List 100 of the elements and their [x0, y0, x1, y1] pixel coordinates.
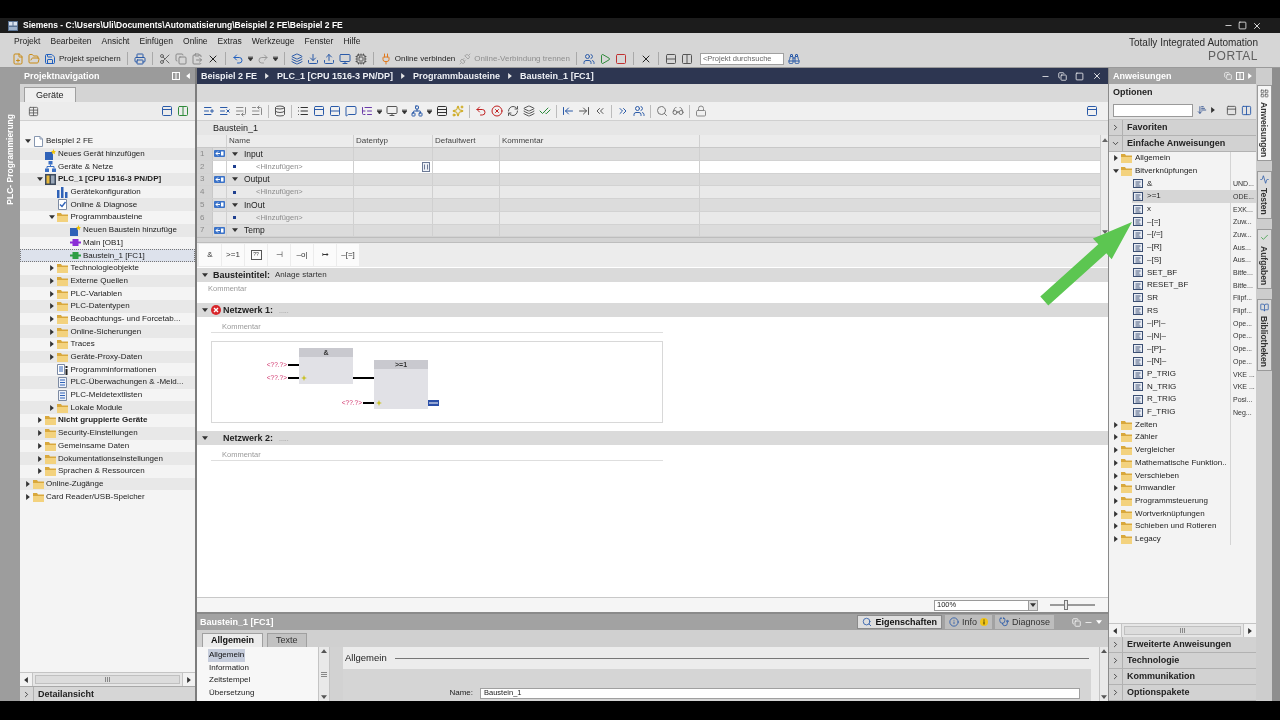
side-tab[interactable]: Bibliotheken: [1256, 299, 1272, 372]
nav-item[interactable]: Zeitstempel: [208, 674, 252, 687]
maximize-icon[interactable]: [1075, 71, 1084, 81]
rows-icon[interactable]: [664, 52, 677, 65]
chevron-right-icon[interactable]: [22, 689, 31, 699]
lock-icon[interactable]: [695, 105, 707, 117]
tree-item[interactable]: PLC-Überwachungen & -Meld...: [20, 376, 195, 389]
menu-item[interactable]: Ansicht: [97, 34, 134, 49]
triangle-down-icon[interactable]: [1112, 169, 1119, 174]
database-icon[interactable]: [274, 105, 286, 117]
save-icon[interactable]: [44, 52, 56, 65]
section-header[interactable]: Technologie: [1109, 653, 1256, 669]
layers-icon[interactable]: [290, 52, 303, 65]
stop-icon[interactable]: [614, 52, 627, 65]
menu-item[interactable]: Bearbeiten: [46, 34, 96, 49]
panel-icon[interactable]: [1086, 105, 1098, 117]
breadcrumb-item[interactable]: Programmbausteine: [413, 71, 501, 81]
triangle-right-icon[interactable]: [1211, 107, 1215, 113]
nav-item[interactable]: Übersetzung: [208, 686, 256, 699]
scroll-right-button[interactable]: [1243, 624, 1256, 637]
binoculars-icon[interactable]: [787, 52, 800, 65]
table-row[interactable]: 5 InOut: [197, 199, 1100, 212]
side-tab[interactable]: Aufgaben: [1256, 229, 1272, 290]
triangle-right-icon[interactable]: [1113, 434, 1118, 441]
nav-item[interactable]: Information: [208, 661, 251, 674]
menu-item[interactable]: Projekt: [10, 34, 45, 49]
triangle-right-icon[interactable]: [1113, 459, 1118, 466]
refresh-icon[interactable]: [507, 105, 519, 117]
triangle-down-icon[interactable]: [1030, 603, 1036, 607]
list-button-icon[interactable]: [422, 161, 430, 172]
column-header[interactable]: Defaultwert: [433, 135, 500, 147]
triangle-right-icon[interactable]: [50, 290, 54, 297]
print-icon[interactable]: [133, 52, 146, 65]
column-header[interactable]: Name: [227, 135, 354, 147]
undo-icon[interactable]: [475, 105, 487, 117]
instruction-button[interactable]: >=1: [222, 244, 244, 267]
panel-icon[interactable]: [161, 105, 173, 117]
table-icon[interactable]: [28, 105, 39, 117]
menu-item[interactable]: Einfügen: [135, 34, 178, 49]
triangle-up-icon[interactable]: [1101, 649, 1107, 653]
tab[interactable]: Eigenschaften: [857, 615, 942, 629]
list-plus-icon[interactable]: [203, 105, 215, 117]
download-icon[interactable]: [306, 52, 319, 65]
users-icon[interactable]: [582, 52, 595, 65]
comment-icon[interactable]: [345, 105, 357, 117]
triangle-right-icon[interactable]: [1113, 535, 1118, 542]
zoom-slider-thumb[interactable]: [1063, 600, 1068, 610]
triangle-right-icon[interactable]: [37, 430, 42, 437]
triangle-right-icon[interactable]: [37, 468, 42, 475]
triangle-right-icon[interactable]: [1113, 155, 1118, 162]
triangle-right-icon[interactable]: [50, 265, 54, 272]
triangle-down-icon[interactable]: [231, 151, 238, 156]
search-field[interactable]: [1113, 103, 1193, 117]
triangle-down-icon[interactable]: [231, 202, 238, 207]
list-end-icon[interactable]: [235, 105, 247, 117]
monitor-icon[interactable]: [338, 52, 351, 65]
tree-item[interactable]: Online & Diagnose: [20, 198, 195, 212]
tree-item[interactable]: Online-Sicherungen: [20, 325, 195, 338]
layers-icon[interactable]: [523, 105, 535, 117]
glasses-icon[interactable]: [672, 105, 684, 117]
restore-icon[interactable]: [1058, 71, 1067, 81]
arrow-left-icon[interactable]: [562, 105, 574, 117]
triangle-right-icon[interactable]: [1113, 510, 1118, 517]
triangle-right-icon[interactable]: [37, 417, 42, 424]
triangle-down-icon[interactable]: [36, 177, 43, 182]
section-header[interactable]: Favoriten: [1109, 120, 1256, 136]
rows-icon[interactable]: [436, 105, 448, 117]
pulse-icon[interactable]: [1259, 175, 1269, 185]
menu-item[interactable]: Fenster: [300, 34, 338, 49]
triangle-right-icon[interactable]: [1113, 421, 1118, 428]
triangle-left-icon[interactable]: [1113, 627, 1117, 634]
table-row[interactable]: 1 Input: [197, 148, 1100, 161]
section-header[interactable]: Einfache Anweisungen: [1109, 136, 1256, 152]
block-title-value[interactable]: Anlage starten: [275, 271, 327, 280]
search-icon[interactable]: [656, 105, 668, 117]
menu-item[interactable]: Extras: [213, 34, 246, 49]
sort-icon[interactable]: [1197, 105, 1207, 115]
chevron-right-icon[interactable]: [1111, 123, 1120, 132]
breadcrumb-item[interactable]: Baustein_1 [FC1]: [520, 71, 594, 81]
triangle-left-icon[interactable]: [24, 676, 28, 683]
triangle-down-icon[interactable]: [24, 139, 31, 144]
monitor-icon[interactable]: [386, 105, 398, 117]
triangle-down-icon[interactable]: [202, 273, 208, 278]
triangle-down-icon[interactable]: [202, 308, 208, 313]
instruction-button[interactable]: –o|: [291, 244, 313, 267]
tab[interactable]: Info: [944, 615, 992, 629]
triangle-down-icon[interactable]: [1101, 695, 1107, 699]
section-header[interactable]: Kommunikation: [1109, 669, 1256, 685]
play-icon[interactable]: [598, 52, 611, 65]
triangle-down-icon[interactable]: [1101, 230, 1108, 235]
triangle-right-icon[interactable]: [25, 493, 30, 500]
instruction-button[interactable]: –[=]: [337, 244, 359, 267]
triangle-right-icon[interactable]: [50, 328, 54, 335]
users-icon[interactable]: [633, 105, 645, 117]
triangle-right-icon[interactable]: [187, 676, 191, 683]
panel-icon[interactable]: [313, 105, 325, 117]
columns-icon[interactable]: [177, 105, 189, 117]
chevrons-right-icon[interactable]: [617, 105, 629, 117]
triangle-down-icon[interactable]: [202, 436, 208, 441]
tree-item[interactable]: Baustein_1 [FC1]: [20, 249, 195, 262]
